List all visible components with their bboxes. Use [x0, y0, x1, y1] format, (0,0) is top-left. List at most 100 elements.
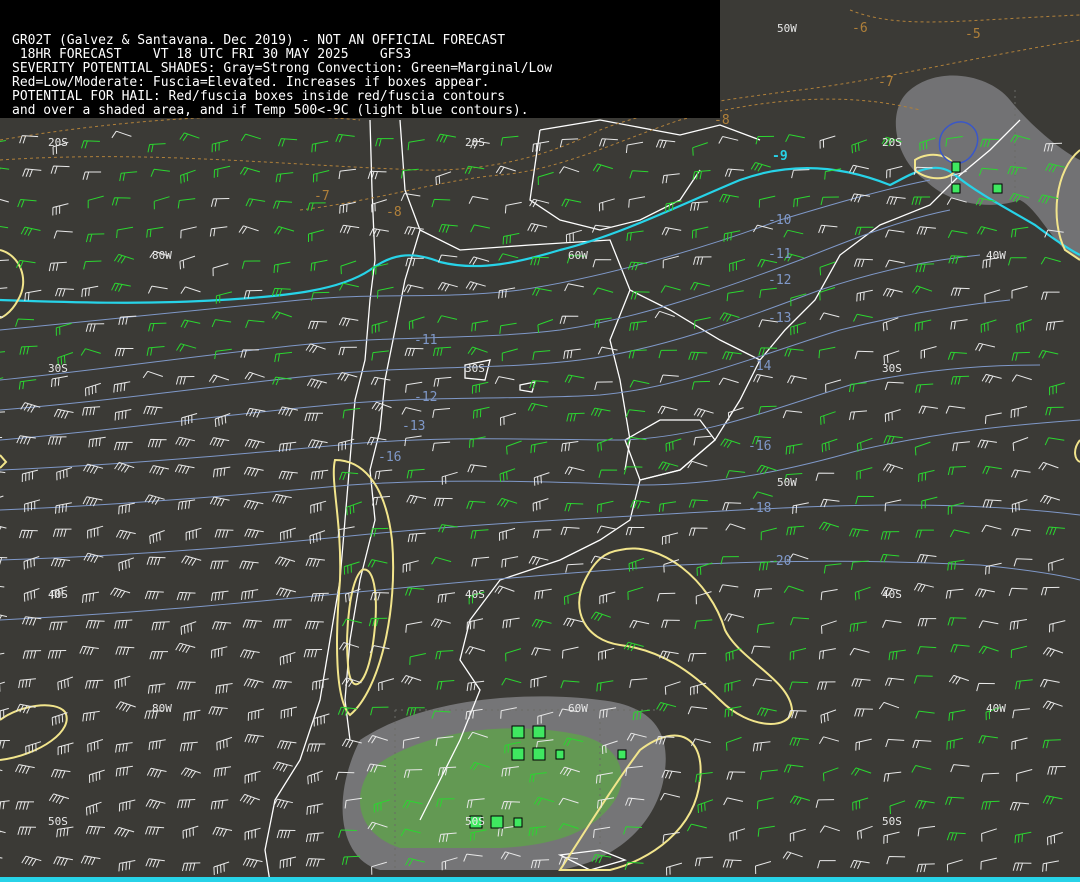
- wind-barb: [53, 230, 73, 239]
- wind-barb: [494, 585, 515, 594]
- wind-barb: [914, 319, 932, 332]
- wind-barb: [855, 495, 874, 505]
- wind-barb: [1011, 374, 1032, 382]
- wind-barb: [883, 831, 900, 844]
- wind-barb: [338, 346, 357, 356]
- wind-barb: [883, 771, 902, 782]
- wind-barb: [1040, 256, 1061, 265]
- wind-barb: [433, 346, 452, 357]
- wind-barb: [599, 591, 616, 605]
- lon-label: 50W: [777, 22, 797, 35]
- wind-barb: [179, 741, 198, 752]
- wind-barb: [0, 769, 3, 772]
- wind-barb: [629, 379, 650, 388]
- wind-barb: [55, 502, 72, 514]
- wind-barb: [499, 527, 516, 541]
- wind-barb: [593, 287, 614, 295]
- wind-barb: [882, 288, 903, 298]
- wind-barb: [175, 436, 196, 447]
- wind-barb: [981, 524, 1002, 533]
- lon-label: 60W: [568, 702, 588, 715]
- wind-barb: [280, 527, 296, 541]
- temp-label: -14: [748, 359, 772, 374]
- wind-barb: [849, 621, 867, 633]
- wind-barb: [629, 170, 649, 179]
- wind-barb: [1015, 679, 1033, 690]
- wind-barb: [666, 862, 683, 876]
- wind-barb: [19, 345, 38, 355]
- wind-barb: [343, 561, 360, 575]
- wind-barb: [85, 323, 105, 332]
- wind-barb: [790, 322, 807, 336]
- wind-barb: [244, 438, 265, 449]
- wind-barb: [815, 472, 835, 481]
- wind-barb: [111, 197, 131, 206]
- contour-west-mid: [0, 454, 8, 469]
- wind-barb: [1039, 678, 1060, 688]
- wind-barb: [661, 532, 679, 545]
- wind-barb: [466, 500, 486, 510]
- wind-barb: [307, 202, 326, 211]
- wind-barb: [209, 496, 230, 507]
- temp-label: -9: [772, 149, 788, 164]
- wind-barb: [784, 348, 804, 357]
- wind-barb: [409, 653, 427, 665]
- wind-barb: [752, 491, 773, 499]
- wind-barb: [665, 438, 682, 452]
- wind-barb: [913, 675, 933, 684]
- wind-barb: [729, 258, 746, 272]
- temp-label: -12: [414, 390, 437, 405]
- wind-barb: [274, 351, 293, 363]
- temp-label: -10: [768, 213, 791, 228]
- wind-barb: [948, 709, 966, 721]
- wind-barb: [87, 739, 104, 753]
- contour-west-lower: [0, 704, 68, 761]
- wind-barb: [82, 171, 102, 180]
- temp-label: -20: [768, 554, 791, 569]
- wind-barb: [310, 469, 329, 481]
- wind-barb: [22, 650, 42, 659]
- wind-barb: [723, 797, 744, 806]
- wind-barb: [213, 766, 232, 778]
- wind-barb: [694, 317, 711, 329]
- wind-barb: [19, 529, 38, 539]
- wind-barb: [1038, 461, 1059, 471]
- wind-barb: [1011, 285, 1028, 299]
- wind-barb: [788, 553, 809, 561]
- wind-barb: [216, 736, 233, 751]
- contour-east-mid: [1074, 439, 1080, 463]
- wind-barb: [755, 861, 772, 875]
- wind-barb: [174, 464, 195, 475]
- wind-barb: [0, 226, 9, 229]
- wind-barb: [244, 734, 264, 744]
- wind-barb: [180, 226, 197, 239]
- header-line-hail-condition: and over a shaded area, and if Temp 500<…: [12, 103, 529, 118]
- wind-barb: [238, 225, 259, 234]
- wind-barb: [915, 383, 934, 393]
- wind-barb: [783, 585, 804, 593]
- wind-barb: [401, 675, 422, 685]
- wind-barb: [1011, 499, 1028, 513]
- wind-barb: [691, 226, 709, 239]
- wind-barb: [854, 226, 874, 236]
- temp-label: -7: [878, 75, 894, 90]
- wind-barb: [793, 195, 811, 208]
- wind-barb: [785, 134, 805, 143]
- wind-barb: [153, 196, 170, 210]
- wind-barb: [0, 857, 3, 859]
- wind-barb: [83, 260, 102, 270]
- wind-barb: [882, 619, 902, 628]
- wind-barb: [56, 826, 74, 838]
- wind-barb: [369, 228, 389, 238]
- wind-barb: [501, 556, 519, 568]
- wind-barb: [273, 798, 294, 809]
- wind-barb: [599, 138, 618, 147]
- wind-barb: [81, 285, 99, 298]
- wind-barb: [981, 800, 1000, 810]
- wind-barb: [401, 407, 422, 415]
- wind-barb: [978, 620, 999, 629]
- wind-barb: [113, 253, 135, 264]
- wind-barb: [532, 350, 551, 360]
- wind-barb: [212, 263, 229, 277]
- wind-barb: [470, 529, 489, 539]
